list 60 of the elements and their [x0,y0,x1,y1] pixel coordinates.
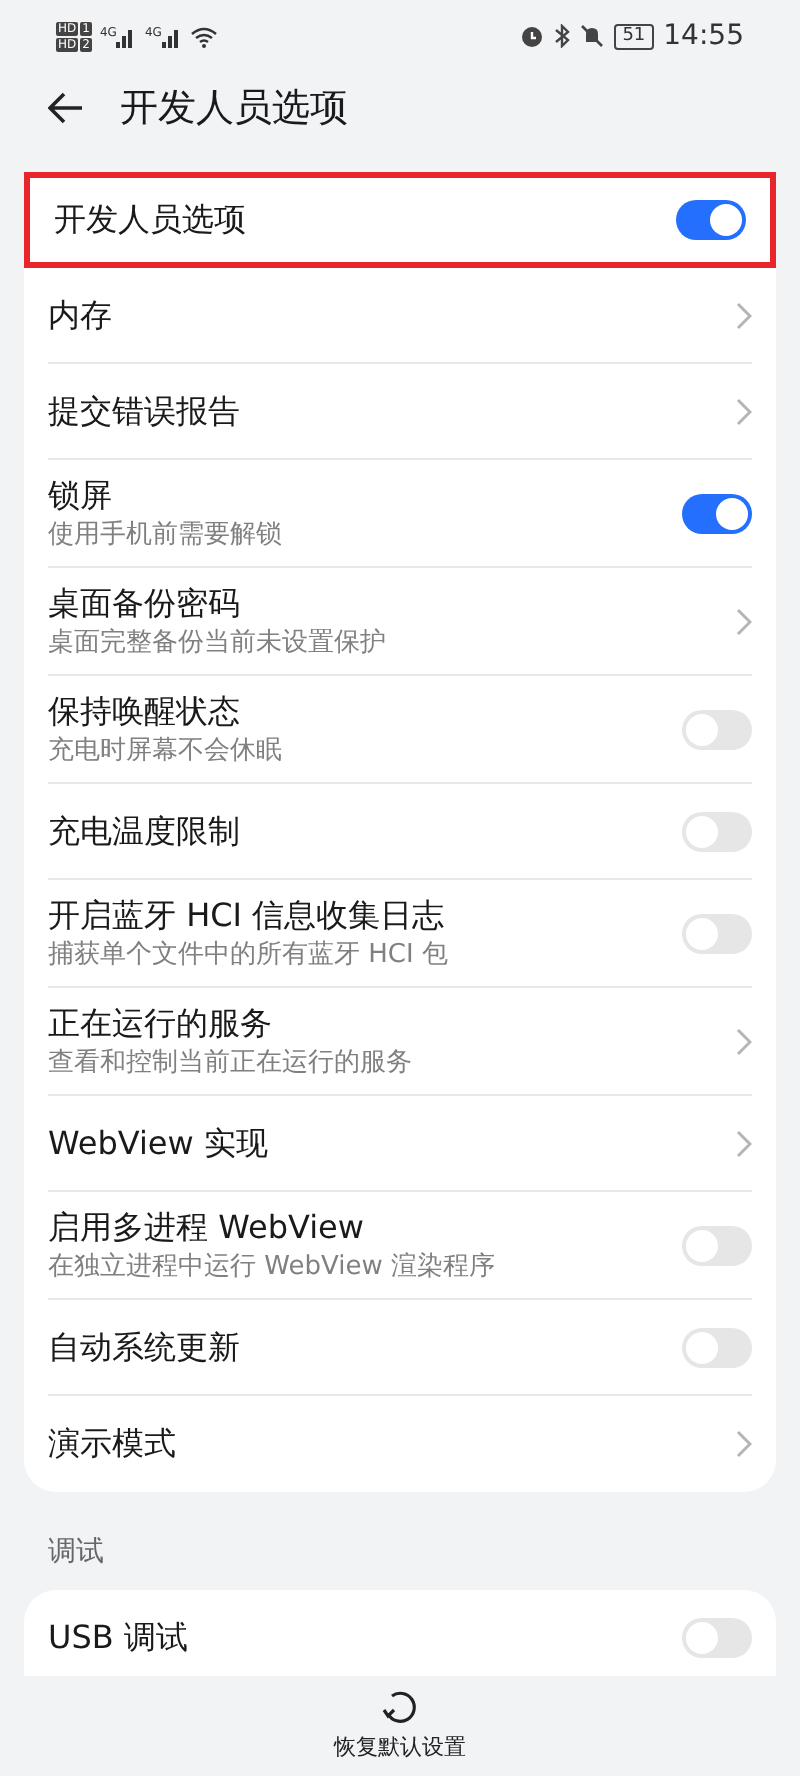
settings-row[interactable]: 自动系统更新 [24,1300,776,1396]
chevron-right-icon [736,302,752,330]
reset-icon [380,1687,420,1728]
toggle-switch[interactable] [682,710,752,750]
row-subtitle: 使用手机前需要解锁 [48,518,284,554]
row-title: 充电温度限制 [48,810,242,854]
chevron-right-icon [736,608,752,636]
toggle-switch[interactable] [682,1226,752,1266]
toggle-switch[interactable] [676,200,746,240]
chevron-right-icon [736,1028,752,1056]
toggle-switch[interactable] [682,1328,752,1368]
settings-row[interactable]: 桌面备份密码 桌面完整备份当前未设置保护 [24,568,776,676]
row-title: 锁屏 [48,474,114,518]
row-title: 自动系统更新 [48,1326,242,1370]
row-title: 演示模式 [48,1422,178,1466]
page-title: 开发人员选项 [120,83,348,134]
row-title: WebView 实现 [48,1122,270,1166]
back-arrow-icon[interactable] [48,92,84,124]
row-title: 提交错误报告 [48,390,242,434]
chevron-right-icon [736,1430,752,1458]
row-title: 保持唤醒状态 [48,690,242,734]
toggle-switch[interactable] [682,812,752,852]
bluetooth-icon [554,24,571,48]
row-title: 启用多进程 WebView [48,1206,366,1250]
signal-icon [116,25,137,47]
row-title: 正在运行的服务 [48,1002,274,1046]
row-title: USB 调试 [48,1616,190,1660]
settings-row[interactable]: 开发人员选项 [24,172,776,268]
settings-row[interactable]: 锁屏 使用手机前需要解锁 [24,460,776,568]
chevron-right-icon [736,398,752,426]
toggle-switch[interactable] [682,914,752,954]
section-label: 调试 [46,1534,106,1572]
clock: 14:55 [663,17,744,55]
toggle-switch[interactable] [682,494,752,534]
row-title: 开启蓝牙 HCI 信息收集日志 [48,894,447,938]
settings-row[interactable]: 提交错误报告 [24,364,776,460]
settings-row[interactable]: 充电温度限制 [24,784,776,880]
toggle-switch[interactable] [682,1618,752,1658]
wifi-icon [189,25,218,47]
signal-icon [161,25,182,47]
row-title: 桌面备份密码 [48,582,242,626]
row-subtitle: 在独立进程中运行 WebView 渲染程序 [48,1250,497,1286]
settings-row[interactable]: 演示模式 [24,1396,776,1492]
row-title: 内存 [48,294,114,338]
bell-muted-icon [580,24,605,48]
settings-row[interactable]: 开启蓝牙 HCI 信息收集日志 捕获单个文件中的所有蓝牙 HCI 包 [24,880,776,988]
settings-row[interactable]: 保持唤醒状态 充电时屏幕不会休眠 [24,676,776,784]
settings-row[interactable]: 内存 [24,268,776,364]
battery-indicator: 51 [614,23,654,49]
settings-row[interactable]: 启用多进程 WebView 在独立进程中运行 WebView 渲染程序 [24,1192,776,1300]
settings-row[interactable]: WebView 实现 [24,1096,776,1192]
chevron-right-icon [736,1130,752,1158]
row-subtitle: 充电时屏幕不会休眠 [48,734,284,770]
settings-row[interactable]: 正在运行的服务 查看和控制当前正在运行的服务 [24,988,776,1096]
alarm-icon [520,24,545,48]
row-subtitle: 桌面完整备份当前未设置保护 [48,626,388,662]
row-subtitle: 捕获单个文件中的所有蓝牙 HCI 包 [48,938,450,974]
row-title: 开发人员选项 [54,198,248,242]
row-subtitle: 查看和控制当前正在运行的服务 [48,1046,414,1082]
settings-row[interactable]: USB 调试 [24,1590,776,1676]
